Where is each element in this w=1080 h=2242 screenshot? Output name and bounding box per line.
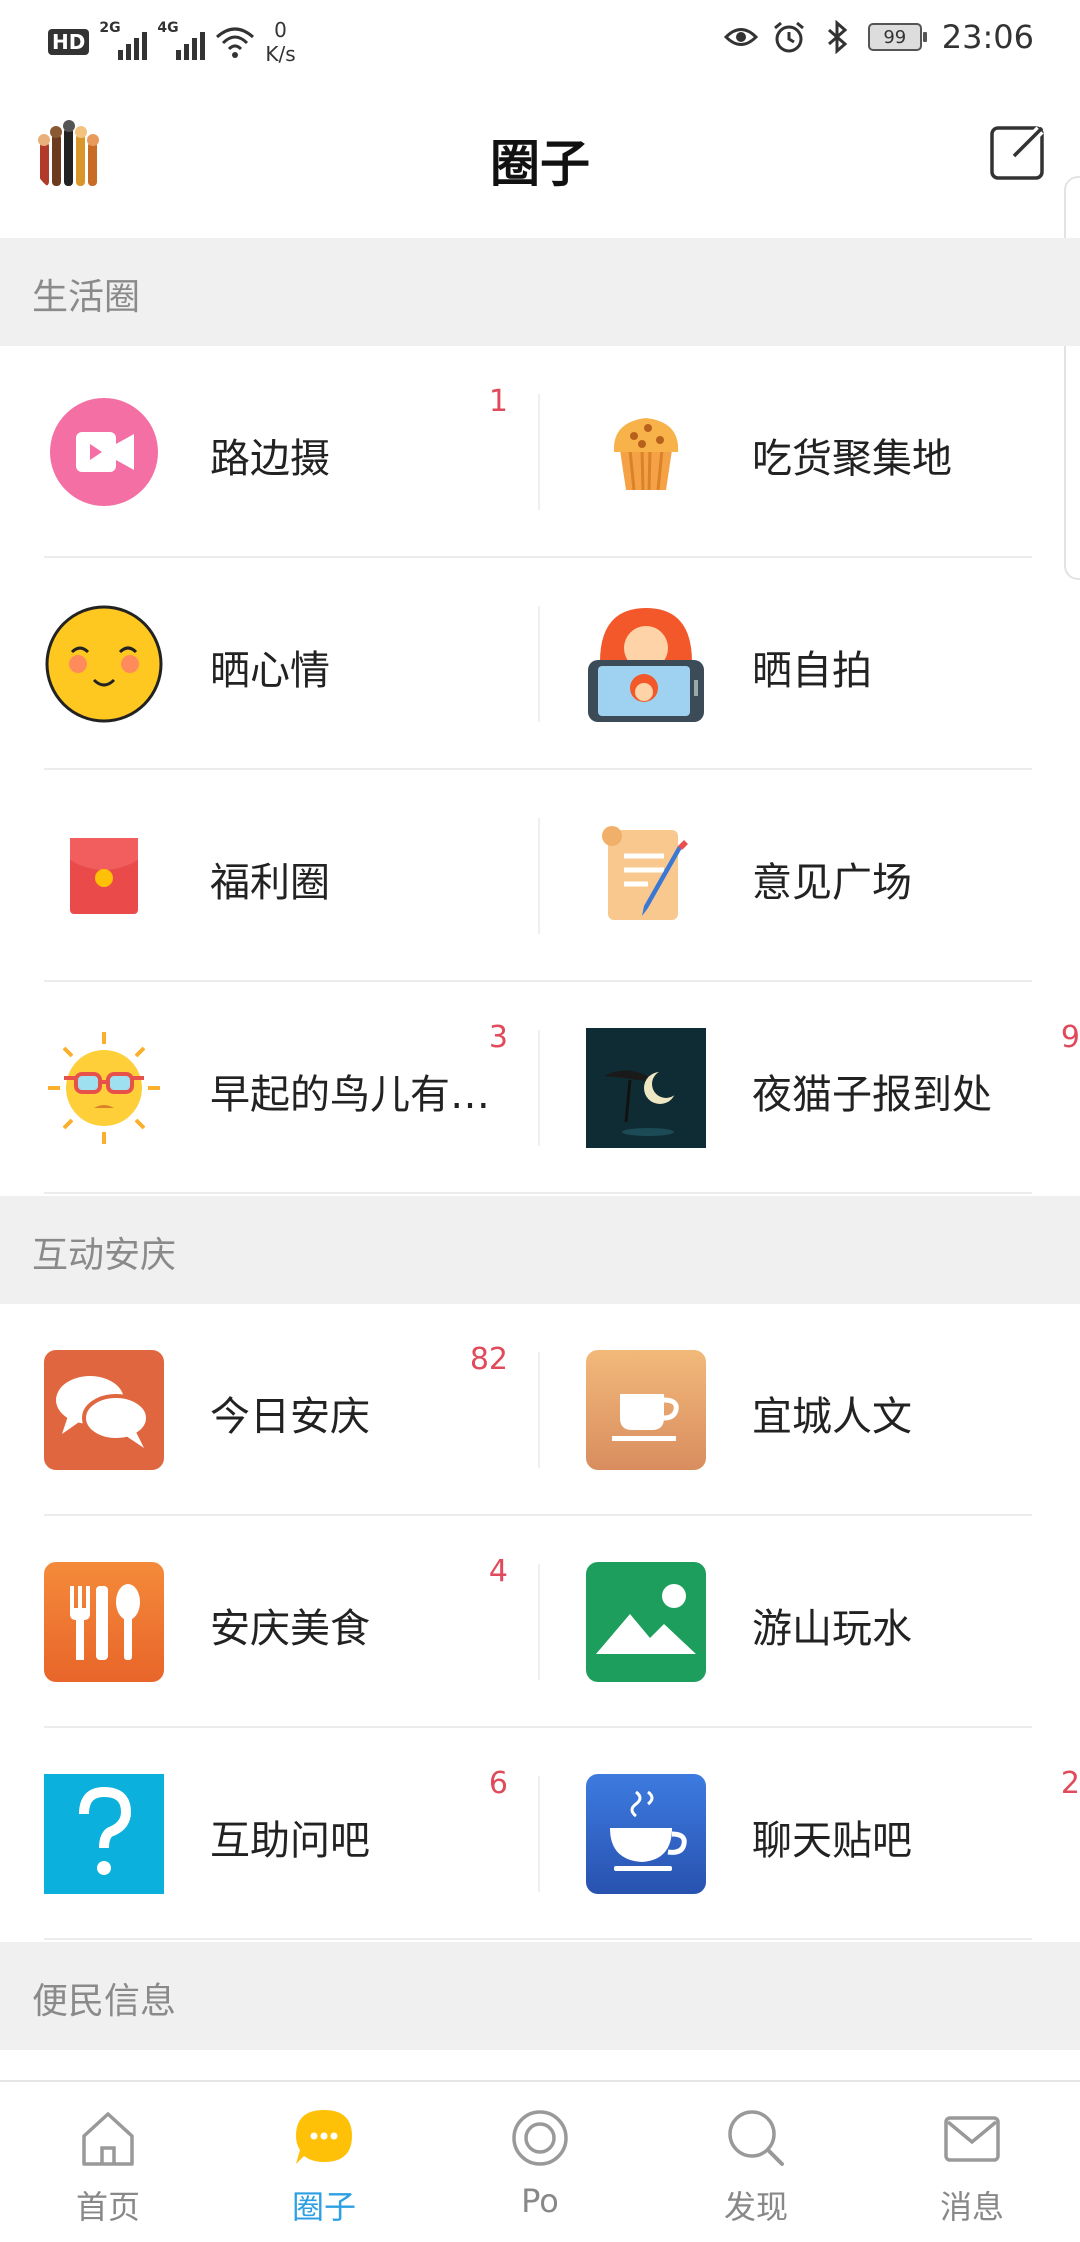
circle-item-anqing-food[interactable]: 安庆美食 4 — [0, 1516, 540, 1728]
bluetooth-icon — [827, 20, 848, 54]
unread-badge: 82 — [469, 1342, 508, 1377]
circle-label: 早起的鸟儿有… — [210, 1072, 490, 1118]
unread-badge: 4 — [488, 1554, 508, 1589]
nav-item-discover[interactable]: 发现 — [648, 2082, 864, 2242]
night-moon-icon — [586, 1028, 706, 1148]
circle-label: 路边摄 — [210, 436, 330, 482]
landscape-icon — [586, 1562, 706, 1682]
battery-icon: 99 — [867, 23, 927, 51]
circle-label: 聊天贴吧 — [752, 1818, 912, 1864]
grid-row: 晒心情 晒自拍 — [0, 558, 1080, 770]
network-speed: 0 K/s — [265, 18, 296, 66]
circle-label: 安庆美食 — [210, 1606, 370, 1652]
app-header: 圈子 — [0, 80, 1080, 238]
grid-row: 今日安庆 82 宜城人文 — [0, 1304, 1080, 1516]
circle-label: 今日安庆 — [210, 1394, 370, 1440]
circle-label: 晒心情 — [210, 648, 330, 694]
scroll-pen-icon — [602, 826, 688, 920]
clock: 23:06 — [941, 18, 1034, 56]
nav-label: 圈子 — [291, 2188, 356, 2226]
circle-label: 游山玩水 — [752, 1606, 912, 1652]
circle-item-mood[interactable]: 晒心情 — [0, 558, 540, 770]
circle-label: 福利圈 — [210, 860, 330, 906]
section-title: 互动安庆 — [32, 1235, 177, 1276]
unread-badge: 3 — [488, 1020, 508, 1055]
video-camera-icon — [50, 398, 158, 506]
circle-label: 吃货聚集地 — [752, 436, 952, 482]
nav-label: 消息 — [939, 2188, 1004, 2226]
bottom-nav: 首页 圈子 Po 发现 消息 — [0, 2080, 1080, 2242]
circle-item-welfare[interactable]: 福利圈 — [0, 770, 540, 982]
unread-badge: 6 — [488, 1766, 508, 1801]
unread-badge: 1 — [488, 384, 508, 419]
nav-item-messages[interactable]: 消息 — [864, 2082, 1080, 2242]
sun-glasses-icon — [48, 1032, 160, 1144]
unread-badge: 2 — [1060, 1766, 1080, 1801]
circle-item-night-owls[interactable]: 夜猫子报到处 9 — [540, 982, 1080, 1194]
circle-item-chat-forum[interactable]: 聊天贴吧 2 — [540, 1728, 1080, 1940]
nav-label: Po — [521, 2182, 559, 2220]
chat-bubble-icon — [296, 2110, 352, 2164]
grid-row: 福利圈 意见广场 — [0, 770, 1080, 982]
circle-item-today-anqing[interactable]: 今日安庆 82 — [0, 1304, 540, 1516]
fork-knife-icon — [44, 1562, 164, 1682]
grid-row: 安庆美食 4 游山玩水 — [0, 1516, 1080, 1728]
question-mark-icon — [44, 1774, 164, 1894]
chat-bubbles-icon — [44, 1350, 164, 1470]
circle-label: 夜猫子报到处 — [752, 1072, 992, 1118]
nav-label: 发现 — [723, 2188, 788, 2226]
search-icon — [728, 2110, 784, 2166]
muffin-icon — [613, 418, 679, 491]
mail-icon — [944, 2116, 1000, 2162]
section-header-life-circle: 生活圈 — [0, 238, 1080, 346]
nav-item-po[interactable]: Po — [432, 2082, 648, 2242]
circle-icon — [512, 2110, 568, 2166]
circle-item-early-birds[interactable]: 早起的鸟儿有… 3 — [0, 982, 540, 1194]
selfie-phone-icon — [588, 608, 704, 722]
circle-label: 晒自拍 — [752, 648, 872, 694]
red-envelope-icon — [70, 838, 138, 914]
page-title: 圈子 — [490, 135, 590, 193]
nav-item-circle[interactable]: 圈子 — [216, 2082, 432, 2242]
circle-item-mutual-help[interactable]: 互助问吧 6 — [0, 1728, 540, 1940]
status-bar: HD 2G 4G 0 K/s 99 23:06 — [0, 0, 1080, 80]
circle-item-yicheng-culture[interactable]: 宜城人文 — [540, 1304, 1080, 1516]
section-title: 便民信息 — [32, 1981, 177, 2022]
circle-label: 意见广场 — [752, 860, 912, 906]
alarm-icon — [773, 21, 804, 53]
circle-label: 宜城人文 — [752, 1394, 912, 1440]
grid-row: 互助问吧 6 聊天贴吧 2 — [0, 1728, 1080, 1940]
tea-cup-icon — [586, 1350, 706, 1470]
circle-item-travel[interactable]: 游山玩水 — [540, 1516, 1080, 1728]
section-header-convenience-info: 便民信息 — [0, 1942, 1080, 2050]
signal-icon: 2G — [99, 20, 148, 60]
nav-item-home[interactable]: 首页 — [0, 2082, 216, 2242]
hd-badge: HD — [48, 29, 90, 55]
circle-item-roadside-photo[interactable]: 路边摄 1 — [0, 346, 540, 558]
home-icon — [82, 2112, 134, 2166]
section-header-interactive-anqing: 互动安庆 — [0, 1196, 1080, 1304]
circle-item-foodie-spot[interactable]: 吃货聚集地 — [540, 346, 1080, 558]
edit-square-icon[interactable] — [988, 122, 1048, 182]
nav-label: 首页 — [75, 2188, 140, 2226]
unread-badge: 9 — [1060, 1020, 1080, 1055]
signal-icon: 4G — [157, 20, 206, 60]
circle-item-feedback-square[interactable]: 意见广场 — [540, 770, 1080, 982]
smiley-face-icon — [45, 605, 163, 723]
eye-icon — [723, 28, 758, 46]
grid-row: 路边摄 1 吃货聚集地 — [0, 346, 1080, 558]
circle-item-selfie[interactable]: 晒自拍 — [540, 558, 1080, 770]
grid-row: 早起的鸟儿有… 3 夜猫子报到处 9 — [0, 982, 1080, 1194]
circle-label: 互助问吧 — [210, 1818, 370, 1864]
coffee-cup-icon — [586, 1774, 706, 1894]
section-title: 生活圈 — [32, 277, 141, 318]
wifi-icon — [216, 27, 255, 58]
